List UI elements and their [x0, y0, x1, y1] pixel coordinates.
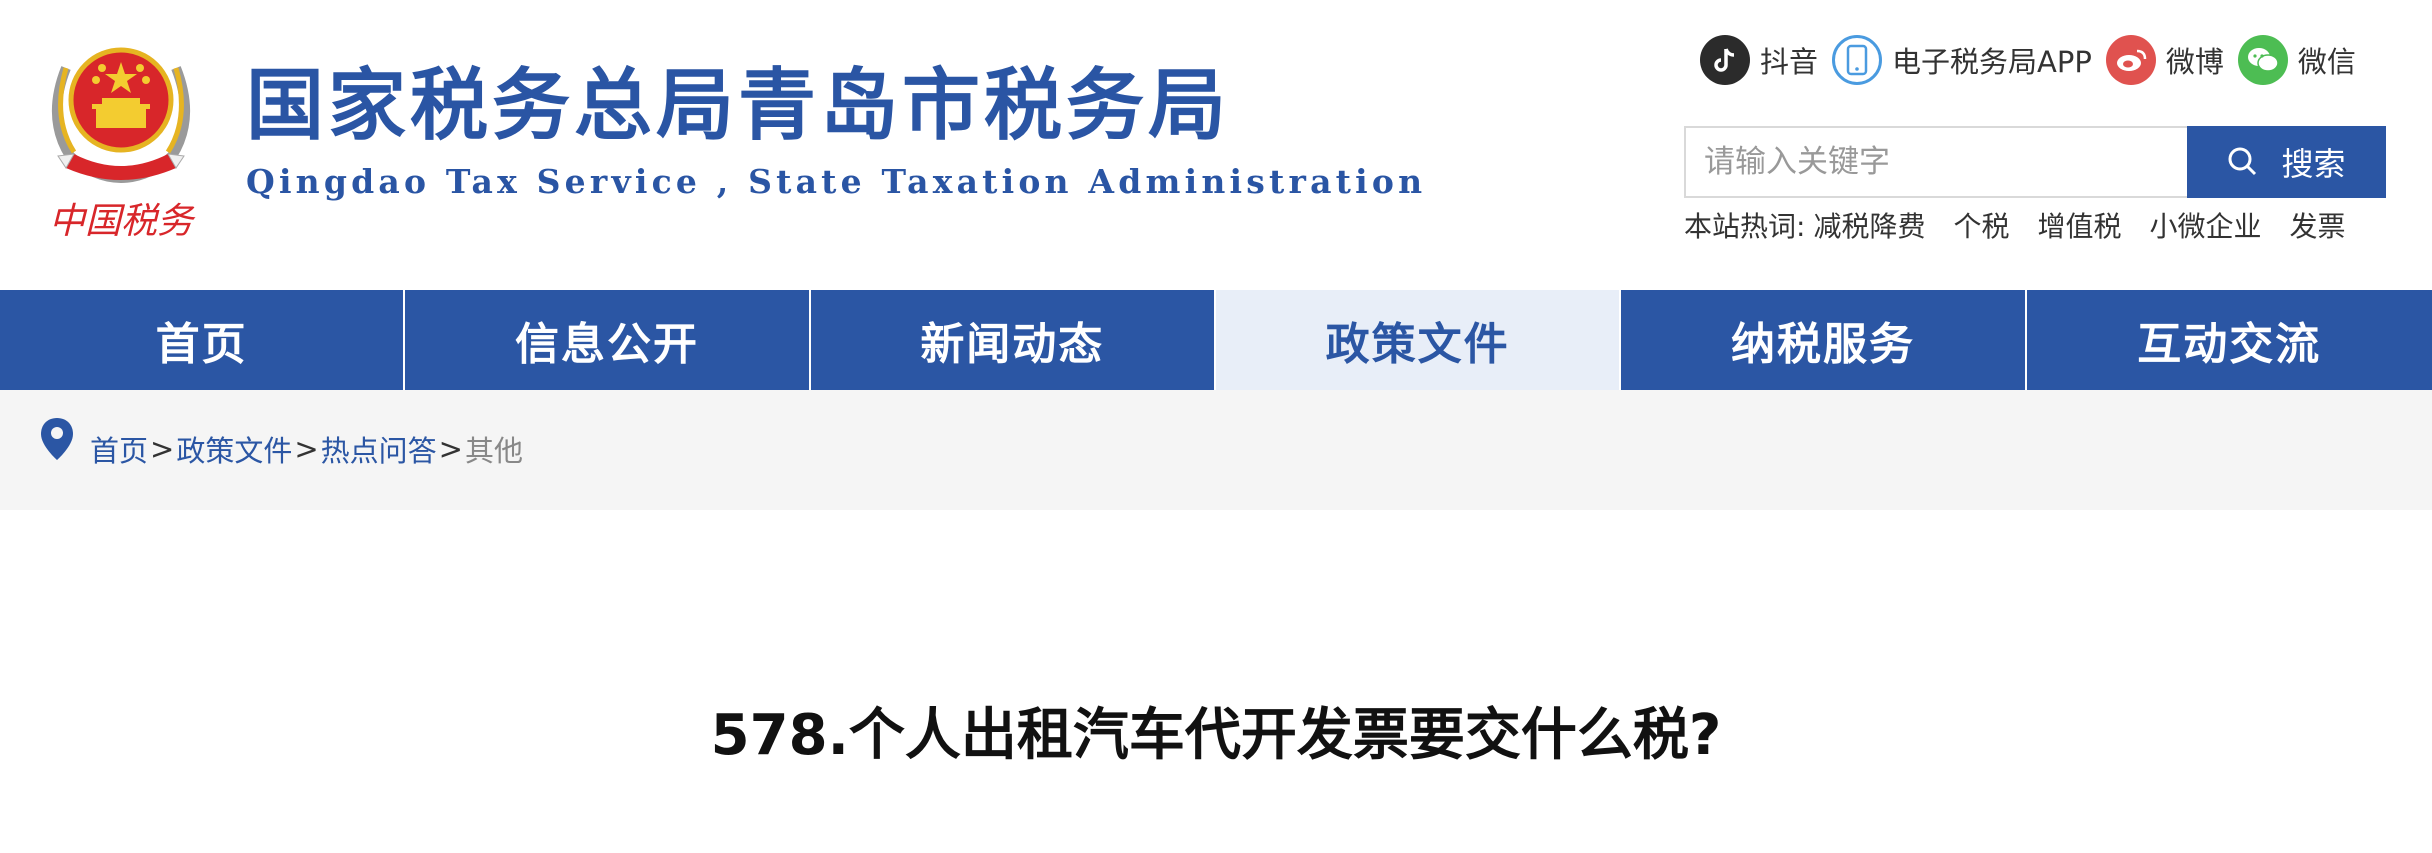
search-button[interactable]: 搜索	[2187, 126, 2386, 198]
site-header: 中国税务 国家税务总局青岛市税务局 Qingdao Tax Service , …	[0, 0, 2432, 290]
nav-item-policy[interactable]: 政策文件	[1215, 290, 1622, 390]
breadcrumb: 首页 > 政策文件 > 热点问答 > 其他	[38, 414, 523, 484]
nav-item-news[interactable]: 新闻动态	[811, 290, 1216, 390]
social-link-douyin[interactable]: 抖音	[1700, 35, 1818, 85]
social-link-wechat[interactable]: 微信	[2237, 35, 2356, 85]
hot-words: 本站热词: 减税降费 个税 增值税 小微企业 发票	[1684, 205, 2374, 245]
social-label: 微信	[2297, 45, 2356, 79]
location-pin-icon	[41, 418, 73, 460]
social-links: 抖音 电子税务局APP 微博 微信	[1700, 34, 2370, 86]
breadcrumb-separator: >	[150, 432, 175, 466]
weibo-icon	[2105, 35, 2156, 85]
main-nav: 首页 信息公开 新闻动态 政策文件 纳税服务 互动交流	[0, 290, 2432, 390]
hot-word-link[interactable]: 减税降费	[1813, 205, 1925, 245]
social-link-weibo[interactable]: 微博	[2105, 35, 2224, 85]
douyin-icon	[1700, 35, 1750, 85]
hot-word-link[interactable]: 增值税	[2037, 205, 2121, 245]
breadcrumb-link-hot-qa[interactable]: 热点问答	[321, 428, 437, 470]
hot-words-label: 本站热词:	[1684, 210, 1806, 243]
wechat-icon	[2237, 35, 2288, 85]
social-link-app[interactable]: 电子税务局APP	[1832, 35, 2092, 85]
search-icon	[2228, 147, 2257, 176]
nav-item-info-disclosure[interactable]: 信息公开	[405, 290, 811, 390]
site-title[interactable]: 国家税务总局青岛市税务局 Qingdao Tax Service , State…	[246, 58, 1426, 204]
social-label: 微博	[2165, 45, 2224, 79]
nav-item-interaction[interactable]: 互动交流	[2027, 290, 2432, 390]
emblem-caption: 中国税务	[49, 201, 196, 242]
nav-item-tax-service[interactable]: 纳税服务	[1621, 290, 2027, 390]
search-button-label: 搜索	[2281, 145, 2346, 183]
breadcrumb-separator: >	[438, 432, 463, 466]
site-title-cn: 国家税务总局青岛市税务局	[246, 61, 1231, 151]
site-title-en: Qingdao Tax Service , State Taxation Adm…	[246, 162, 1427, 201]
breadcrumb-link-home[interactable]: 首页	[90, 428, 148, 470]
breadcrumb-bar: 首页 > 政策文件 > 热点问答 > 其他	[0, 390, 2432, 510]
mobile-app-icon	[1832, 35, 1883, 85]
national-emblem-logo[interactable]: 中国税务	[36, 28, 206, 248]
breadcrumb-separator: >	[294, 432, 319, 466]
hot-word-link[interactable]: 发票	[2290, 205, 2346, 245]
hot-word-link[interactable]: 小微企业	[2149, 205, 2261, 245]
nav-item-home[interactable]: 首页	[0, 290, 406, 390]
search-bar: 搜索	[1684, 126, 2386, 198]
search-input[interactable]	[1684, 126, 2187, 198]
social-label: 抖音	[1760, 45, 1819, 79]
social-label: 电子税务局APP	[1892, 45, 2092, 79]
breadcrumb-link-policy[interactable]: 政策文件	[176, 428, 292, 470]
article-title: 578.个人出租汽车代开发票要交什么税?	[710, 703, 1722, 768]
hot-word-link[interactable]: 个税	[1953, 205, 2009, 245]
breadcrumb-current: 其他	[464, 434, 523, 468]
